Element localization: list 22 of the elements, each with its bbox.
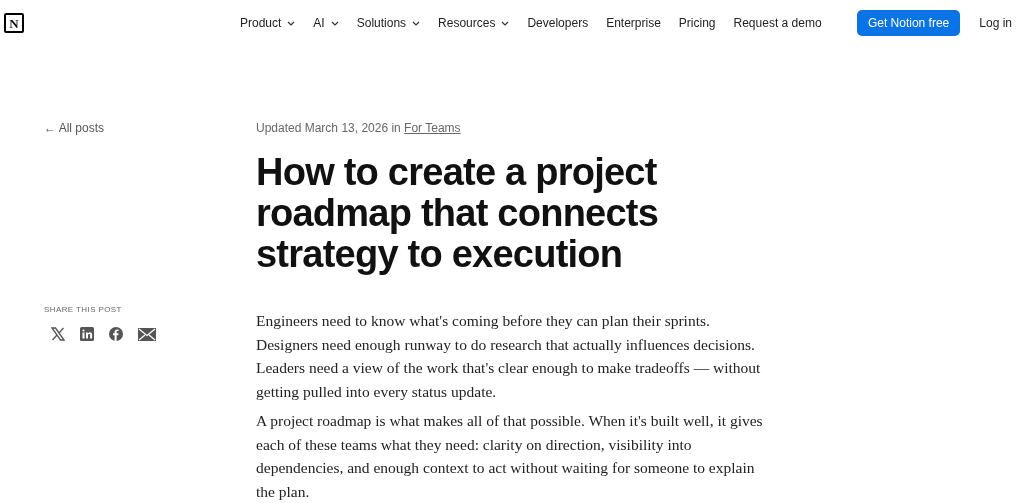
body-paragraph: A project roadmap is what makes all of that possible. When it's built well, it gives each of these teams what they need: clarity on direction, visibility into dependencies, and enough context to act without waiting for someone to explain the plan. (256, 411, 764, 502)
nav-link[interactable]: Pricing (678, 14, 716, 32)
category-link[interactable]: For Teams (404, 121, 461, 135)
envelope-icon[interactable] (138, 327, 156, 341)
get-started-button[interactable]: Get Notion free (856, 10, 961, 36)
nav-link[interactable]: AI (313, 14, 339, 32)
login-link[interactable]: Log in (979, 14, 1012, 32)
nav-link[interactable]: Enterprise (606, 14, 661, 32)
linkedin-icon[interactable] (80, 327, 94, 341)
body-paragraph: Engineers need to know what's coming before they can plan their sprints. Designers need enough runway to do research that actually influences decisions. Leaders need a view of the work that's clear enough to make tradeoffs — without getting pulled into every status update. (256, 311, 762, 402)
notion-logo[interactable]: N (4, 13, 24, 33)
share-label: SHARE THIS POST (44, 304, 123, 316)
nav-link[interactable]: Solutions (356, 14, 421, 32)
nav-link[interactable]: Resources (438, 14, 510, 32)
back-link[interactable]: ← All posts (44, 118, 212, 138)
x-logo-icon[interactable] (51, 327, 65, 341)
nav-link[interactable]: Developers (527, 14, 589, 32)
updated-date: Updated March 13, 2026 in (256, 121, 401, 135)
article-title: How to create a project roadmap that connects strategy to execution (256, 152, 660, 275)
facebook-icon[interactable] (109, 327, 123, 341)
nav-link[interactable]: Product (240, 14, 296, 32)
nav-link[interactable]: Request a demo (733, 14, 822, 32)
